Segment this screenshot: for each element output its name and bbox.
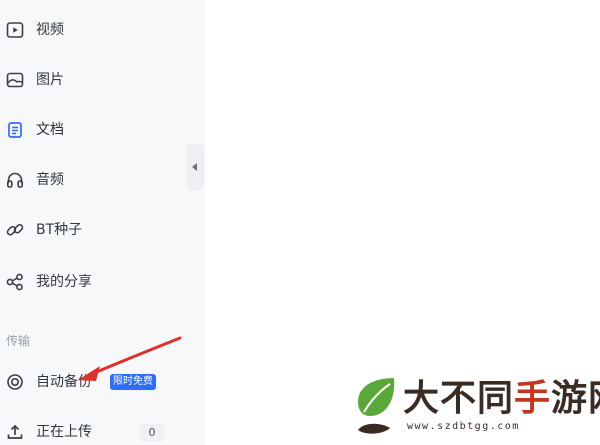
sidebar-item-label: 视频: [36, 22, 64, 38]
chevron-left-icon: [192, 163, 197, 171]
sidebar-item-video[interactable]: 视频: [0, 10, 205, 50]
upload-icon: [5, 422, 25, 442]
sidebar-item-audio[interactable]: 音频: [0, 160, 205, 200]
upload-count-badge: 0: [140, 424, 164, 441]
sidebar-collapse-button[interactable]: [186, 144, 204, 190]
section-title-transfer: 传输: [6, 334, 31, 348]
video-icon: [5, 20, 25, 40]
sidebar-item-uploading[interactable]: 正在上传: [0, 412, 205, 445]
backup-icon: [5, 372, 25, 392]
link-icon: [5, 220, 25, 240]
sidebar-item-bt-torrent[interactable]: BT种子: [0, 210, 205, 250]
sidebar-item-label: 自动备份: [36, 374, 92, 390]
free-badge: 限时免费: [110, 374, 156, 390]
sidebar-item-label: 文档: [36, 122, 64, 138]
sidebar-item-my-shares[interactable]: 我的分享: [0, 262, 205, 302]
sidebar: 视频 图片 文档 音频 BT种子 我的分享 传输 自动备份 限时免费 正在上传 …: [0, 0, 205, 445]
sidebar-item-label: 图片: [36, 72, 64, 88]
sidebar-item-images[interactable]: 图片: [0, 60, 205, 100]
image-icon: [5, 70, 25, 90]
watermark-text: 大不同手游网: [403, 377, 600, 419]
watermark-url: www.szdbtgg.com: [407, 421, 520, 432]
sidebar-item-documents[interactable]: 文档: [0, 110, 205, 150]
headphones-icon: [5, 170, 25, 190]
sidebar-item-label: 正在上传: [36, 424, 92, 440]
sidebar-item-auto-backup[interactable]: 自动备份: [0, 362, 205, 402]
leaf-logo-icon: [358, 378, 395, 434]
watermark: 大不同手游网 www.szdbtgg.com: [350, 372, 600, 442]
share-icon: [5, 272, 25, 292]
sidebar-item-label: 我的分享: [36, 274, 92, 290]
document-icon: [5, 120, 25, 140]
sidebar-item-label: 音频: [36, 172, 64, 188]
sidebar-item-label: BT种子: [36, 222, 83, 238]
